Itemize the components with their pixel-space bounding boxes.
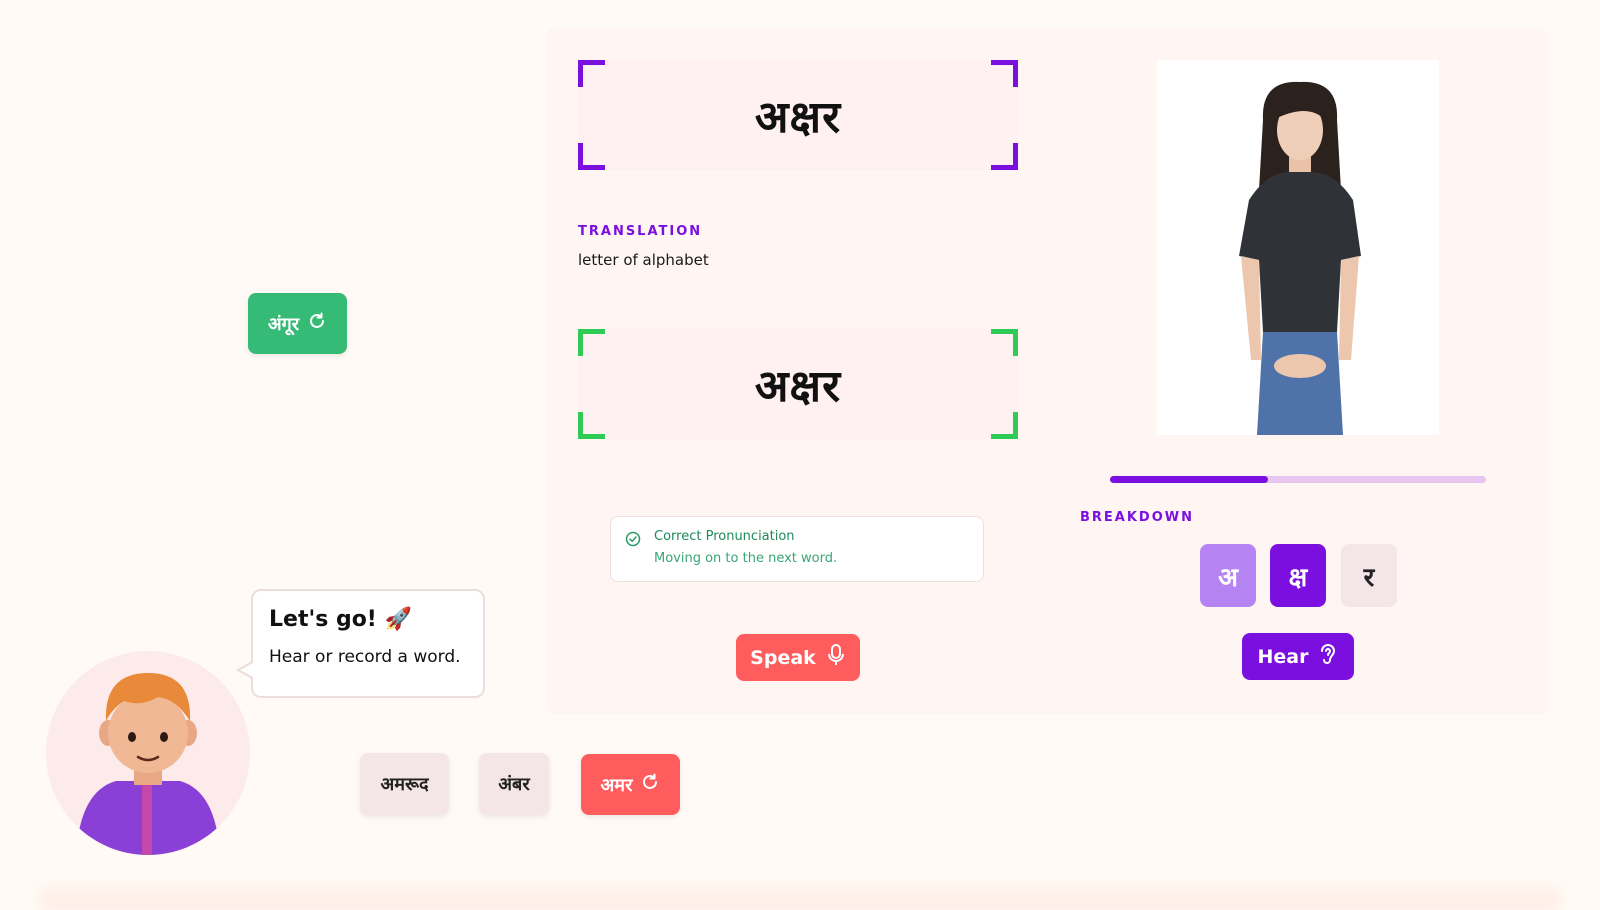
translation-text: letter of alphabet [578, 251, 709, 269]
avatar-figure [76, 673, 220, 855]
syllable-tile[interactable]: क्ष [1270, 544, 1326, 607]
frame-corner [578, 329, 605, 356]
tutor-video [1157, 60, 1439, 435]
speech-bubble: Let's go! 🚀 Hear or record a word. [251, 589, 485, 698]
check-circle-icon [625, 531, 641, 551]
refresh-icon [640, 772, 660, 797]
word-chip[interactable]: अमरूद [360, 753, 449, 815]
progress-fill [1110, 476, 1268, 483]
status-subtitle: Moving on to the next word. [654, 551, 838, 566]
syllable-tile[interactable]: अ [1200, 544, 1256, 607]
frame-corner [991, 60, 1018, 87]
word-chip-label: अंगूर [267, 313, 300, 335]
frame-corner [578, 143, 605, 170]
translation-label: TRANSLATION [578, 224, 703, 239]
playback-progress[interactable] [1110, 476, 1486, 483]
refresh-icon [307, 311, 327, 336]
target-word: अक्षर [754, 92, 842, 143]
spoken-word-frame: अक्षर [578, 329, 1018, 439]
ear-icon [1318, 642, 1338, 671]
microphone-icon [826, 643, 846, 672]
word-chip[interactable]: अंगूर [248, 293, 347, 354]
speak-button-label: Speak [750, 646, 816, 669]
target-word-frame: अक्षर [578, 60, 1018, 170]
word-chip-label: अमर [600, 774, 633, 796]
hear-button-label: Hear [1257, 645, 1309, 668]
frame-corner [578, 412, 605, 439]
tutor-figure [1239, 81, 1361, 435]
word-chip[interactable]: अमर [581, 754, 680, 815]
word-chip-label: अमरूद [380, 774, 429, 795]
speak-button[interactable]: Speak [736, 634, 860, 681]
footer-shadow [40, 880, 1560, 910]
word-chip[interactable]: अंबर [479, 753, 549, 815]
frame-corner [991, 412, 1018, 439]
pronunciation-status: Correct Pronunciation Moving on to the n… [610, 516, 984, 582]
syllable-tile[interactable]: र [1341, 544, 1397, 607]
assistant-avatar[interactable] [46, 651, 250, 855]
speech-bubble-tail [240, 663, 253, 677]
frame-corner [991, 143, 1018, 170]
bubble-title: Let's go! 🚀 [269, 607, 412, 632]
frame-corner [991, 329, 1018, 356]
hear-button[interactable]: Hear [1242, 633, 1354, 680]
spoken-word: अक्षर [754, 361, 842, 412]
bubble-text: Hear or record a word. [269, 647, 461, 667]
breakdown-label: BREAKDOWN [1080, 510, 1194, 525]
word-chip-label: अंबर [498, 774, 530, 795]
frame-corner [578, 60, 605, 87]
status-title: Correct Pronunciation [654, 529, 795, 544]
